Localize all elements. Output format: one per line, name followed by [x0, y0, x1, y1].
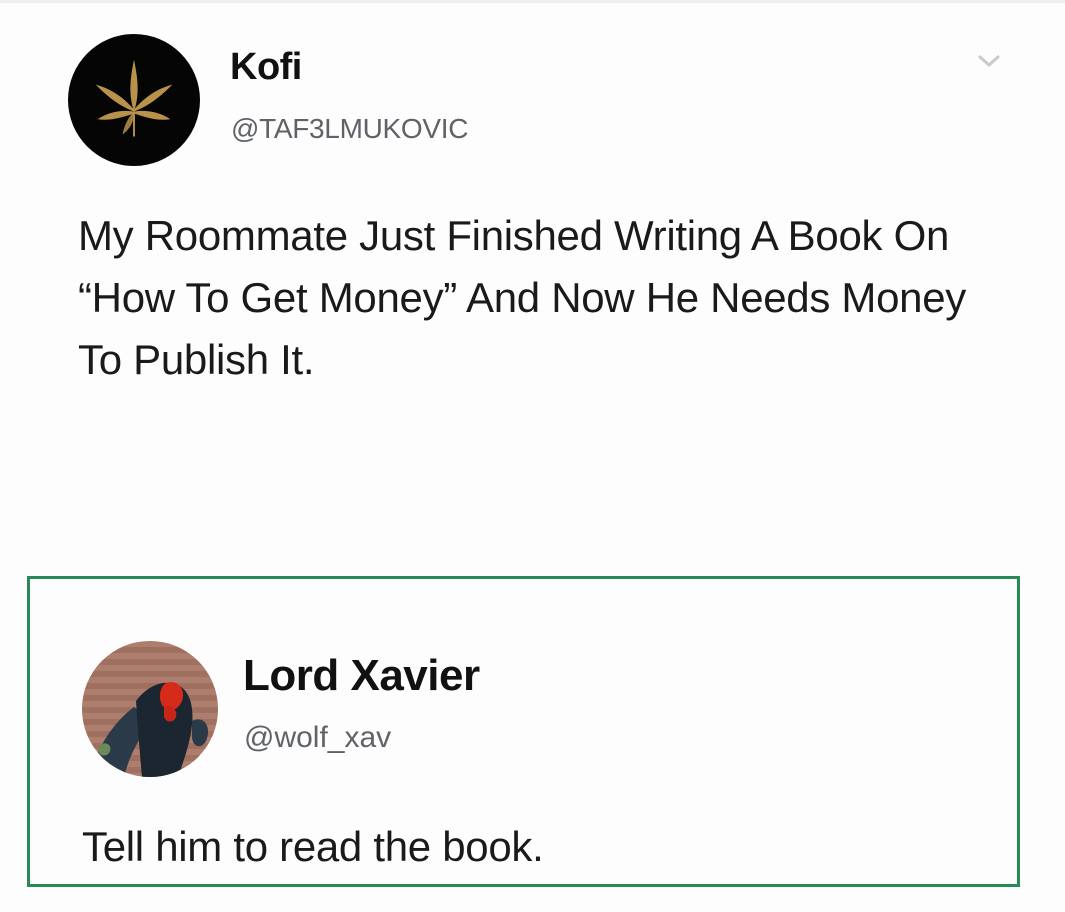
tweet-text: My Roommate Just Finished Writing A Book… [78, 212, 966, 383]
author-name[interactable]: Kofi [230, 46, 302, 89]
author-name[interactable]: Lord Xavier [243, 651, 480, 701]
main-tweet: Kofi @TAF3LMUKOVIC My Roommate Just Fini… [0, 0, 1065, 570]
reply-tweet: Lord Xavier @wolf_xav Tell him to read t… [27, 576, 1020, 887]
chevron-down-icon[interactable] [976, 52, 1002, 70]
author-handle[interactable]: @wolf_xav [244, 721, 391, 755]
author-handle[interactable]: @TAF3LMUKOVIC [231, 113, 468, 145]
profile-photo-icon [82, 641, 218, 777]
cannabis-leaf-icon [95, 59, 173, 137]
reply-text: Tell him to read the book. [82, 823, 544, 870]
avatar[interactable] [68, 34, 200, 166]
avatar[interactable] [82, 641, 218, 777]
